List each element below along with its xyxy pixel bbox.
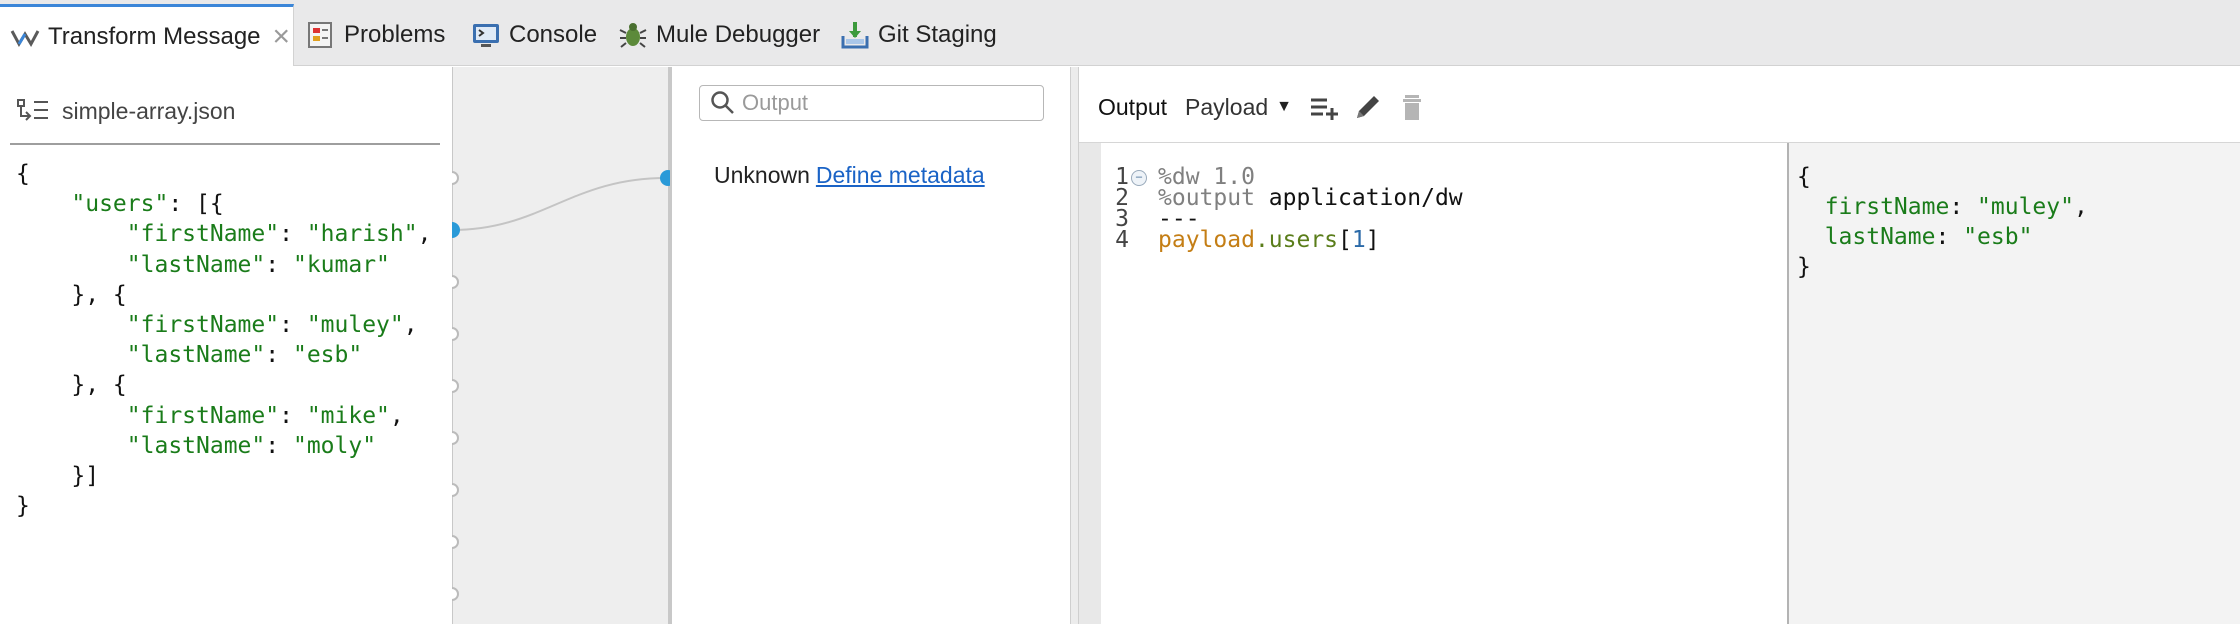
preview-line: {: [1797, 164, 1811, 190]
bug-icon: [619, 23, 647, 48]
unknown-label: Unknown: [714, 162, 810, 188]
tab-label: Mule Debugger: [656, 21, 821, 48]
tab-label: Git Staging: [878, 21, 997, 48]
pane-splitter[interactable]: [1070, 67, 1079, 624]
json-line: "lastName": "moly": [126, 432, 377, 459]
input-header-divider: [10, 143, 440, 145]
problems-icon: [308, 22, 332, 48]
close-icon[interactable]: ×: [273, 21, 291, 52]
input-header: simple-array.json: [16, 91, 235, 131]
tab-mule-debugger[interactable]: Mule Debugger: [618, 4, 820, 66]
tab-label: Console: [509, 21, 598, 48]
tab-label: Problems: [344, 21, 446, 48]
fold-icon[interactable]: −: [1131, 169, 1147, 186]
editor-gutter: [1079, 143, 1101, 624]
output-search-input[interactable]: [742, 90, 1032, 116]
input-json-viewer: { "users": [{ "firstName": "harish", "la…: [16, 159, 431, 521]
console-icon: [473, 24, 499, 47]
tab-problems[interactable]: Problems: [306, 4, 445, 66]
input-connector[interactable]: [452, 327, 459, 341]
unknown-metadata-row: Unknown Define metadata: [714, 162, 985, 189]
trash-icon[interactable]: [1396, 91, 1428, 123]
json-line: "firstName": "muley",: [126, 312, 418, 339]
input-connector[interactable]: [452, 379, 459, 393]
tab-console[interactable]: Console: [471, 4, 597, 66]
output-label: Output: [1098, 93, 1168, 120]
add-output-icon[interactable]: [1308, 91, 1340, 123]
json-line: "lastName": "kumar": [126, 251, 390, 278]
json-line: "firstName": "mike",: [126, 402, 404, 429]
json-line: "users": [{: [71, 191, 224, 218]
code-line[interactable]: 4 payload.users[1]: [1101, 225, 1379, 255]
line-number: 4: [1115, 227, 1129, 253]
tab-transform-message[interactable]: Transform Message ×: [0, 4, 294, 66]
tree-view-icon[interactable]: [16, 96, 50, 126]
input-connector[interactable]: [452, 171, 459, 185]
json-line: {: [16, 161, 30, 187]
input-connector[interactable]: [452, 535, 459, 549]
preview-line: }: [1797, 254, 1811, 280]
view-tab-bar: Transform Message × Problems Console Mul…: [0, 0, 2240, 66]
json-line: }: [16, 493, 30, 520]
input-connector[interactable]: [452, 483, 459, 497]
output-search-box[interactable]: [699, 85, 1044, 121]
payload-select[interactable]: Payload ▼: [1185, 94, 1292, 121]
output-tree-pane: UnknownDefine metadata: [670, 67, 1070, 624]
define-metadata-link[interactable]: Define metadata: [816, 162, 985, 188]
tab-git-staging[interactable]: Git Staging: [840, 4, 997, 66]
json-line: "lastName": "esb": [126, 342, 363, 369]
input-file-name[interactable]: simple-array.json: [62, 98, 235, 125]
input-pane: simple-array.json { "users": [{ "firstNa…: [0, 67, 452, 624]
dataweave-icon: [10, 29, 40, 47]
dataweave-script-editor[interactable]: 1− %dw 1.0 2 %output application/dw 3 --- 4 pay…: [1101, 143, 1788, 624]
json-line: }]: [16, 463, 100, 490]
search-icon: [711, 91, 734, 114]
output-preview: { firstName: "muley", lastName: "esb"}: [1789, 143, 2240, 624]
script-toolbar: Output Payload ▼: [1098, 87, 1440, 127]
json-line: }, {: [16, 372, 127, 399]
preview-line: lastName: "esb": [1797, 224, 2033, 250]
preview-line: firstName: "muley",: [1797, 194, 2088, 220]
json-line: "firstName": "harish",: [126, 221, 432, 248]
script-pane: Output Payload ▼ 1− %dw 1.0 2 %output applic…: [1079, 67, 2240, 624]
edit-pencil-icon[interactable]: [1352, 91, 1384, 123]
json-line: }, {: [16, 281, 127, 308]
chevron-down-icon: ▼: [1276, 98, 1293, 115]
mapping-area: [452, 67, 670, 624]
mapping-canvas: [452, 67, 670, 624]
payload-select-value: Payload: [1185, 93, 1269, 120]
tab-label: Transform Message: [48, 22, 261, 50]
input-connector[interactable]: [452, 587, 459, 601]
input-connector[interactable]: [452, 275, 459, 289]
git-staging-icon: [841, 22, 869, 49]
input-connector[interactable]: [452, 431, 459, 445]
